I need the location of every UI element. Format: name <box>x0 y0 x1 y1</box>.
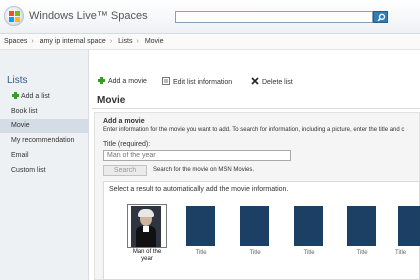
result-label: Title <box>395 250 407 256</box>
edit-list-information-label: Edit list information <box>173 79 233 86</box>
divider <box>92 108 420 109</box>
windows-logo-icon[interactable] <box>4 6 24 26</box>
breadcrumb-current: Movie <box>144 38 164 45</box>
breadcrumb-separator: › <box>109 38 113 45</box>
panel-description: Enter information for the movie you want… <box>103 127 405 133</box>
result-label: Man of the year <box>127 249 167 263</box>
sidebar-item-movie[interactable]: Movie <box>0 119 89 133</box>
header: Windows Live™ Spaces <box>0 0 420 34</box>
add-list-link[interactable]: Add a list <box>12 92 50 100</box>
breadcrumb-separator: › <box>136 38 139 45</box>
list-toolbar: Add a movie Edit list information Delete… <box>90 72 420 90</box>
delete-list-button[interactable]: Delete list <box>251 77 293 86</box>
delete-list-label: Delete list <box>262 79 293 86</box>
breadcrumb-separator: › <box>31 38 34 45</box>
breadcrumb: Spaces › amy ip internal space › Lists › Mo… <box>0 34 420 50</box>
plus-icon <box>12 92 19 99</box>
search-icon <box>377 13 386 22</box>
sidebar: Lists Add a list Book list Movie My reco… <box>0 50 89 280</box>
edit-list-information-button[interactable]: Edit list information <box>162 77 232 86</box>
sidebar-title: Lists <box>7 75 28 86</box>
add-movie-label: Add a movie <box>108 78 147 85</box>
result-thumbnail[interactable] <box>240 206 269 246</box>
breadcrumb-space-name[interactable]: amy ip internal space <box>40 38 106 45</box>
sidebar-item-custom-list[interactable]: Custom list <box>0 164 89 178</box>
title-field-label: Title (required): <box>103 141 151 148</box>
results-instruction: Select a result to automatically add the… <box>109 186 289 193</box>
breadcrumb-lists[interactable]: Lists <box>118 38 132 45</box>
result-label: Title <box>249 250 261 256</box>
search-note: Search for the movie on MSN Movies. <box>153 167 255 173</box>
result-label: Title <box>195 250 207 256</box>
panel-heading: Add a movie <box>103 118 145 125</box>
breadcrumb-spaces[interactable]: Spaces <box>4 38 27 45</box>
search-button[interactable] <box>373 11 388 23</box>
sidebar-item-my-recommendation[interactable]: My recommendation <box>0 134 89 148</box>
plus-icon <box>98 77 105 84</box>
movie-poster-image <box>131 206 161 247</box>
movie-search-button[interactable]: Search <box>103 165 147 176</box>
edit-icon <box>162 77 170 85</box>
sidebar-item-book-list[interactable]: Book list <box>0 105 89 119</box>
result-thumbnail[interactable] <box>398 206 420 246</box>
delete-icon <box>251 77 259 85</box>
add-list-label: Add a list <box>21 93 50 100</box>
result-thumbnail[interactable] <box>186 206 215 246</box>
search-input[interactable] <box>175 11 373 23</box>
result-label: Title <box>356 250 368 256</box>
title-field[interactable] <box>103 150 291 161</box>
result-thumbnail[interactable] <box>294 206 323 246</box>
result-label: Title <box>303 250 315 256</box>
brand-title[interactable]: Windows Live™ Spaces <box>29 10 148 22</box>
add-movie-button[interactable]: Add a movie <box>98 77 147 85</box>
sidebar-item-email[interactable]: Email <box>0 149 89 163</box>
result-thumbnail[interactable] <box>347 206 376 246</box>
page-title: Movie <box>97 95 126 106</box>
